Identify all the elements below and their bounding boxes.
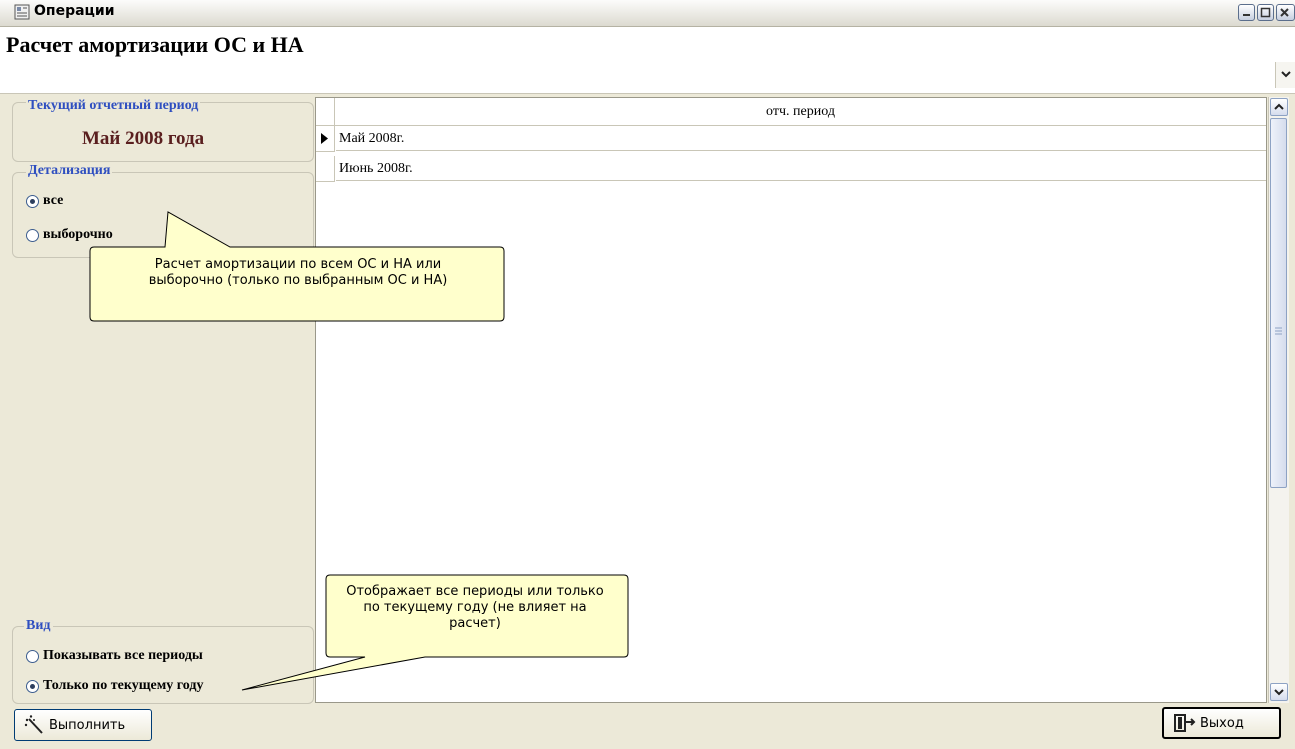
radio-all[interactable] [26,194,39,208]
exit-button[interactable]: Выход [1162,707,1281,739]
radio-current-year[interactable] [26,679,39,693]
grid-corner [316,98,335,126]
detail-all-label: все [43,193,64,208]
page-title: Расчет амортизации ОС и НА [6,32,304,57]
view-current-year-label: Только по текущему году [43,678,204,693]
minimize-button[interactable] [1238,4,1255,21]
view-all-option[interactable]: Показывать все периоды [26,648,203,664]
view-callout-text: Отображает все периоды или только по тек… [346,584,604,631]
current-period-value: Май 2008 года [82,128,205,149]
view-current-year-option[interactable]: Только по текущему году [26,678,203,694]
minimize-icon [1243,14,1250,16]
maximize-icon [1260,7,1271,18]
table-row[interactable]: Май 2008г. [336,126,1266,151]
chevron-up-icon [1274,103,1284,110]
row-selector[interactable] [316,126,335,152]
detail-callout-text: Расчет амортизации по всем ОС и НА или в… [148,257,448,288]
view-all-label: Показывать все периоды [43,648,203,663]
current-row-icon [321,133,328,144]
run-button-label: Выполнить [49,717,126,733]
close-button[interactable] [1276,4,1295,21]
scroll-up-button[interactable] [1270,98,1288,116]
chevron-down-icon [1274,689,1284,696]
operation-dropdown-button[interactable] [1275,62,1295,88]
table-row[interactable]: Июнь 2008г. [336,156,1266,181]
run-button[interactable]: Выполнить [14,709,152,741]
wand-icon [24,715,43,734]
bottom-toolbar [0,704,1295,749]
radio-selective[interactable] [26,228,39,242]
title-bar [0,0,1295,27]
period-group-legend: Текущий отчетный период [26,98,201,114]
detail-all-option[interactable]: все [26,193,63,209]
maximize-button[interactable] [1257,4,1274,21]
detail-group-legend: Детализация [26,163,113,179]
scroll-down-button[interactable] [1270,683,1288,701]
chevron-down-icon [1281,71,1291,78]
app-icon [14,4,30,20]
row-selector[interactable] [316,156,335,182]
view-group-legend: Вид [24,618,53,634]
window-title: Операции [34,3,115,19]
radio-all-periods[interactable] [26,649,39,663]
close-icon [1280,8,1289,17]
exit-door-icon [1174,714,1196,732]
scroll-thumb[interactable] [1270,118,1287,488]
column-header-period[interactable]: отч. период [335,98,1266,126]
grip-icon [1275,327,1282,335]
exit-button-label: Выход [1200,715,1244,731]
